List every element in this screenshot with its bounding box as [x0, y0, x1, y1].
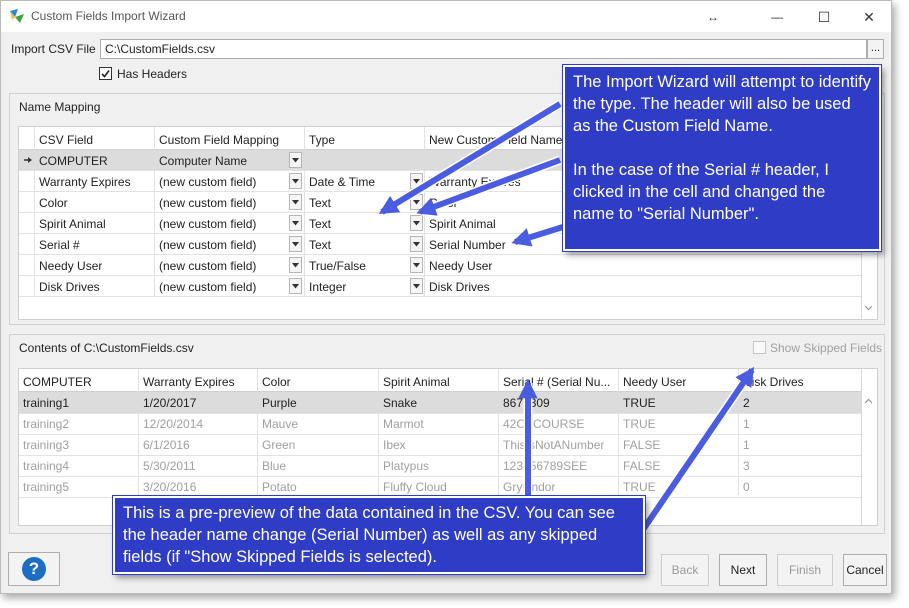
arrow-to-type-column-2: [416, 155, 562, 217]
callout-type-detection: The Import Wizard will attempt to identi…: [563, 65, 881, 251]
callout-type-text: The Import Wizard will attempt to identi…: [573, 73, 872, 135]
arrow-to-show-skipped: [632, 366, 756, 543]
arrow-to-serial-number: [511, 221, 568, 247]
callout-preview-text: This is a pre-preview of the data contai…: [123, 504, 615, 566]
callout-preview: This is a pre-preview of the data contai…: [113, 496, 645, 574]
callout-serial-text: In the case of the Serial # header, I cl…: [573, 161, 829, 223]
